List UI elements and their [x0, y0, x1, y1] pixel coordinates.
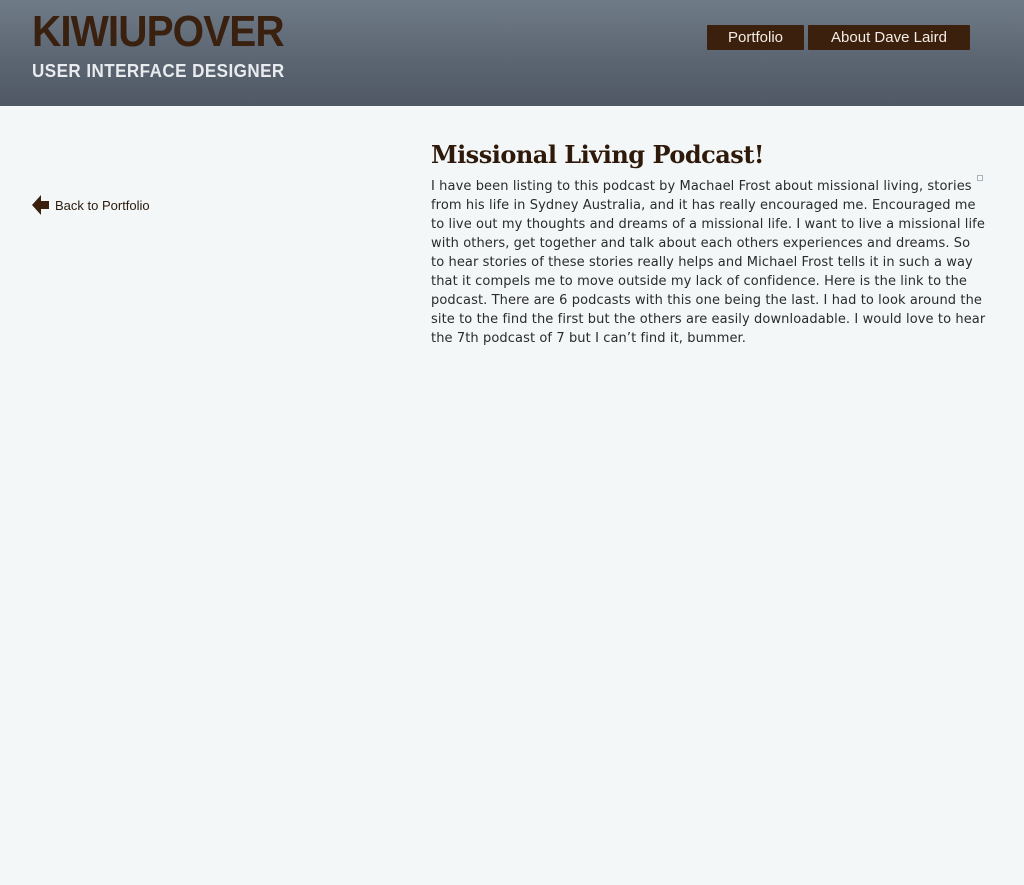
- arrow-left-icon: [32, 195, 49, 215]
- back-to-portfolio-link[interactable]: Back to Portfolio: [32, 194, 150, 216]
- nav-portfolio-button[interactable]: Portfolio: [707, 25, 804, 50]
- back-to-portfolio-label: Back to Portfolio: [55, 197, 150, 213]
- post-body: I have been listing to this podcast by M…: [431, 179, 986, 346]
- post-title: Missional Living Podcast!: [431, 140, 764, 169]
- site-logo[interactable]: KIWIUPOVER: [32, 8, 285, 56]
- nav-about-button[interactable]: About Dave Laird: [808, 25, 970, 50]
- header-zigzag-edge: [0, 100, 1024, 106]
- embed-placeholder-box: [977, 175, 983, 181]
- site-tagline: USER INTERFACE DESIGNER: [32, 60, 285, 81]
